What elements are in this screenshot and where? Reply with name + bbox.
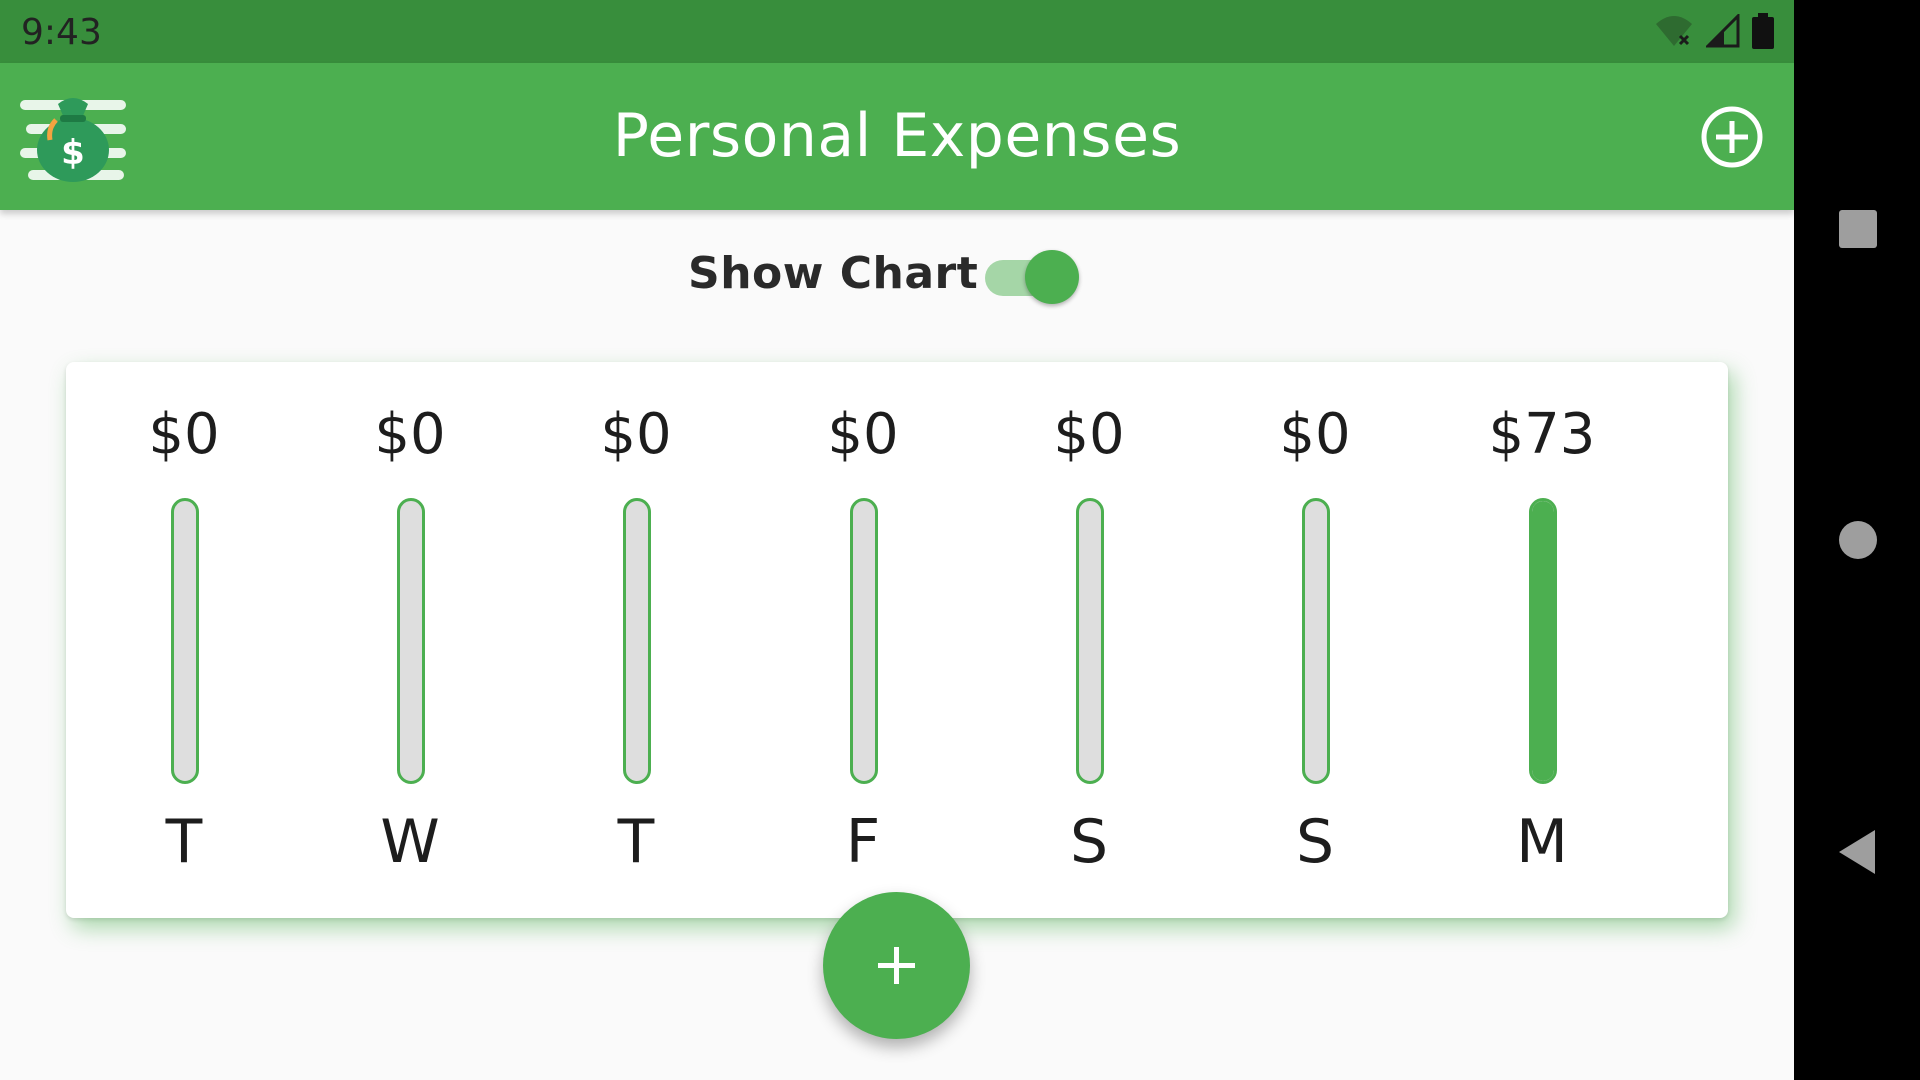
show-chart-row: Show Chart bbox=[0, 240, 1794, 310]
add-circle-icon[interactable] bbox=[1700, 105, 1764, 169]
recents-square-icon[interactable] bbox=[1825, 196, 1889, 260]
add-transaction-fab[interactable] bbox=[823, 892, 970, 1039]
status-bar: 9:43 bbox=[0, 0, 1794, 63]
switch-thumb[interactable] bbox=[1025, 250, 1079, 304]
bar-day-label: S bbox=[1295, 807, 1335, 877]
bar-amount-label: $73 bbox=[1488, 402, 1596, 467]
plus-icon bbox=[878, 947, 915, 984]
system-nav-bar bbox=[1794, 0, 1920, 1080]
bar-amount-label: $0 bbox=[1279, 402, 1351, 467]
signal-icon bbox=[1706, 14, 1740, 48]
bar-track bbox=[850, 498, 878, 784]
bar-amount-label: $0 bbox=[374, 402, 446, 467]
home-circle-icon[interactable] bbox=[1825, 508, 1889, 572]
bar-day-label: F bbox=[845, 807, 881, 877]
bar-day-label: M bbox=[1516, 807, 1568, 877]
status-time: 9:43 bbox=[21, 12, 102, 53]
app-bar: $ Personal Expenses bbox=[0, 63, 1794, 210]
bar-amount-label: $0 bbox=[827, 402, 899, 467]
chart-bar-column: $0 S bbox=[1215, 362, 1415, 918]
app-screen: 9:43 $ Personal Expenses Show Chart $0 T… bbox=[0, 0, 1794, 1080]
bar-day-label: S bbox=[1069, 807, 1109, 877]
bar-day-label: W bbox=[380, 807, 440, 877]
chart-bar-column: $0 T bbox=[536, 362, 736, 918]
bar-track bbox=[1529, 498, 1557, 784]
bar-amount-label: $0 bbox=[148, 402, 220, 467]
bar-day-label: T bbox=[617, 807, 655, 877]
show-chart-switch[interactable] bbox=[983, 246, 1080, 304]
bar-track bbox=[1302, 498, 1330, 784]
bar-day-label: T bbox=[165, 807, 203, 877]
bar-fill bbox=[1532, 501, 1554, 781]
chart-bar-column: $73 M bbox=[1442, 362, 1642, 918]
bar-track bbox=[623, 498, 651, 784]
show-chart-label: Show Chart bbox=[688, 248, 979, 299]
chart-bar-column: $0 F bbox=[763, 362, 963, 918]
chart-card: $0 T $0 W $0 T $0 F $0 S $0 S $73 M bbox=[66, 362, 1728, 918]
bar-track bbox=[171, 498, 199, 784]
bar-amount-label: $0 bbox=[1053, 402, 1125, 467]
app-title: Personal Expenses bbox=[612, 101, 1182, 171]
bar-amount-label: $0 bbox=[600, 402, 672, 467]
chart-bar-column: $0 W bbox=[310, 362, 510, 918]
back-triangle-icon[interactable] bbox=[1825, 820, 1889, 884]
chart-bar-column: $0 T bbox=[84, 362, 284, 918]
wifi-icon bbox=[1656, 16, 1692, 46]
battery-icon bbox=[1752, 13, 1774, 49]
bar-track bbox=[1076, 498, 1104, 784]
bar-track bbox=[397, 498, 425, 784]
status-icons bbox=[1654, 12, 1774, 50]
chart-bar-column: $0 S bbox=[989, 362, 1189, 918]
